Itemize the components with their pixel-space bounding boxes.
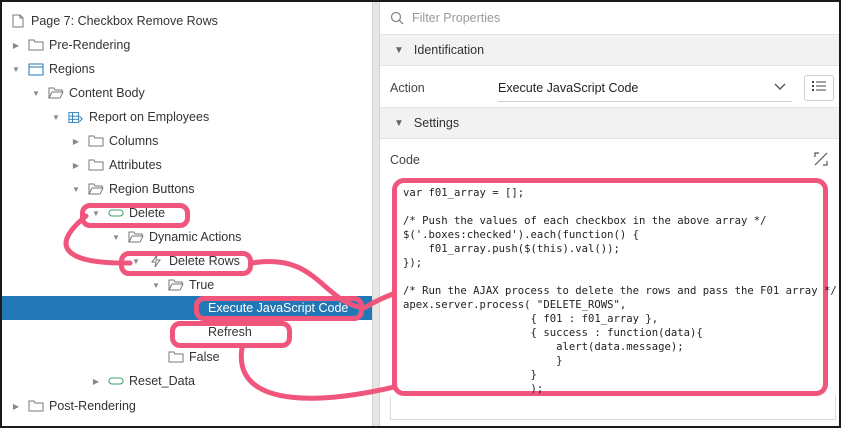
app-frame: Page 7: Checkbox Remove Rows ▶ Pre-Rende… [2, 2, 839, 426]
annotation-connectors [63, 213, 397, 401]
